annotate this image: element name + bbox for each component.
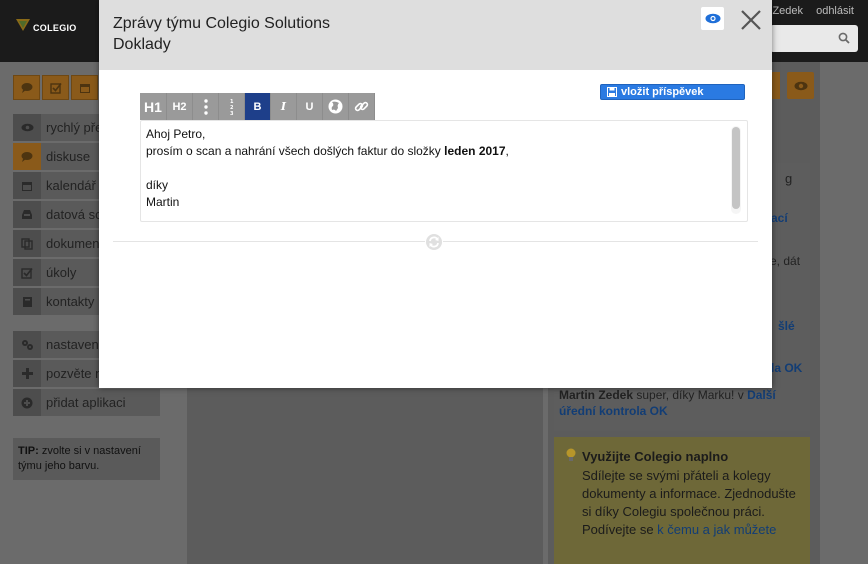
close-button[interactable] xyxy=(739,8,763,32)
feed-link-fragment[interactable]: la OK xyxy=(771,361,802,375)
globe-button[interactable] xyxy=(323,93,349,120)
editor-scrollbar[interactable] xyxy=(731,126,741,214)
comment-author[interactable]: Martin Zedek xyxy=(559,388,633,402)
sidebar-item-label: pozvěte n xyxy=(46,366,103,381)
task-tool-button[interactable] xyxy=(42,75,69,100)
calendar-icon xyxy=(79,83,90,93)
tip-label: TIP: xyxy=(18,445,39,457)
calendar-tool-button[interactable] xyxy=(71,75,98,100)
right-toolbar xyxy=(787,72,814,99)
scrollbar-thumb[interactable] xyxy=(732,127,740,209)
watch-button[interactable] xyxy=(701,7,724,30)
save-icon xyxy=(607,87,617,97)
gears-icon xyxy=(13,331,41,358)
editor-toolbar: H1 H2 123 B I U xyxy=(140,93,375,120)
promo-more-prefix: Podívejte se xyxy=(582,522,658,537)
plus-icon xyxy=(13,360,41,387)
link-icon xyxy=(354,101,369,112)
sidebar-item-label: kontakty xyxy=(46,294,95,309)
feed-link-fragment[interactable]: šlé xyxy=(778,319,795,333)
chat-icon xyxy=(21,83,32,93)
sidebar-item-label: rychlý pře xyxy=(46,120,103,135)
modal-title: Zprávy týmu Colegio Solutions xyxy=(113,15,330,32)
eye-icon xyxy=(705,13,720,24)
address-book-icon xyxy=(13,288,41,315)
editor-bold-text: leden 2017 xyxy=(444,144,506,158)
submit-post-button[interactable]: vložit příspěvek xyxy=(600,84,745,100)
eye-icon xyxy=(794,81,807,90)
underline-button[interactable]: U xyxy=(297,93,323,120)
calendar-icon xyxy=(13,172,41,199)
sidebar-item-label: dokumen xyxy=(46,236,100,251)
tip-box: TIP: zvolte si v nastavení týmu jeho bar… xyxy=(13,438,160,480)
inbox-icon xyxy=(13,201,41,228)
search-input[interactable] xyxy=(770,25,858,52)
promo-more-link[interactable]: k čemu a jak můžete xyxy=(657,522,776,537)
heading1-button[interactable]: H1 xyxy=(140,93,167,120)
editor-line: Martin xyxy=(146,195,180,209)
documents-icon xyxy=(13,230,41,257)
svg-text:3: 3 xyxy=(230,111,234,116)
link-button[interactable] xyxy=(349,93,375,120)
promo-body: Sdílejte se svými přáteli a kolegy dokum… xyxy=(582,467,802,539)
plus-circle-icon xyxy=(13,389,41,416)
colegio-logo-icon xyxy=(16,19,30,31)
sidebar-item-label: nastavení xyxy=(46,337,103,352)
modal-header: Zprávy týmu Colegio Solutions Doklady xyxy=(99,0,772,70)
eye-icon xyxy=(13,114,41,141)
logout-link[interactable]: odhlásit xyxy=(816,5,854,17)
comment-text: super, díky Marku! v xyxy=(633,388,748,402)
left-toolbar xyxy=(13,75,98,100)
message-editor[interactable]: Ahoj Petro, prosím o scan a nahrání všec… xyxy=(140,120,748,222)
logo-text: COLEGIO xyxy=(33,23,77,33)
heading2-button[interactable]: H2 xyxy=(167,93,193,120)
editor-line: díky xyxy=(146,178,169,192)
sidebar-item-label: diskuse xyxy=(46,149,91,164)
feed-fragment: g xyxy=(785,171,793,186)
checkbox-icon xyxy=(13,259,41,286)
chat-icon xyxy=(13,143,41,170)
checkbox-icon xyxy=(49,82,62,94)
bold-button[interactable]: B xyxy=(245,93,271,120)
sidebar-item-label: kalendář xyxy=(46,178,96,193)
chat-tool-button[interactable] xyxy=(13,75,40,100)
discussion-modal: Zprávy týmu Colegio Solutions Doklady vl… xyxy=(99,0,772,388)
top-links: Zedek odhlásit xyxy=(762,5,854,17)
bullet-list-icon xyxy=(203,98,208,115)
globe-icon xyxy=(328,99,343,114)
close-icon xyxy=(741,10,761,30)
numbered-list-button[interactable]: 123 xyxy=(219,93,245,120)
sidebar-item-label: úkoly xyxy=(46,265,77,280)
refresh-icon[interactable] xyxy=(425,233,443,251)
search-icon[interactable] xyxy=(838,32,850,47)
lightbulb-icon xyxy=(565,448,577,465)
sidebar-item-label: datová sc xyxy=(46,207,102,222)
sidebar-item-add-app[interactable]: přidat aplikaci xyxy=(13,389,160,416)
italic-button[interactable]: I xyxy=(271,93,297,120)
feed-link-fragment[interactable]: ací xyxy=(771,211,788,225)
modal-subtitle: Doklady xyxy=(113,36,171,53)
logo[interactable]: COLEGIO xyxy=(16,17,77,33)
editor-text: , xyxy=(505,144,509,158)
sidebar-item-label: přidat aplikaci xyxy=(46,395,126,410)
editor-empty-line xyxy=(146,160,509,177)
feed-fragment: e, dát xyxy=(770,254,801,268)
promo-text: Sdílejte se svými přáteli a kolegy dokum… xyxy=(582,468,796,519)
editor-line: prosím o scan a nahrání všech došlých fa… xyxy=(146,143,509,160)
preview-tool-button[interactable] xyxy=(787,72,814,99)
editor-text: prosím o scan a nahrání všech došlých fa… xyxy=(146,144,445,158)
feed-comment: Martin Zedek super, díky Marku! v Další … xyxy=(559,387,789,419)
bullet-list-button[interactable] xyxy=(193,93,219,120)
editor-content: Ahoj Petro, prosím o scan a nahrání všec… xyxy=(146,126,509,211)
submit-post-label: vložit příspěvek xyxy=(621,86,704,98)
numbered-list-icon: 123 xyxy=(230,99,234,116)
editor-line: Ahoj Petro, xyxy=(146,127,206,141)
user-link[interactable]: Zedek xyxy=(772,5,803,17)
promo-title: Využijte Colegio naplno xyxy=(582,449,729,464)
